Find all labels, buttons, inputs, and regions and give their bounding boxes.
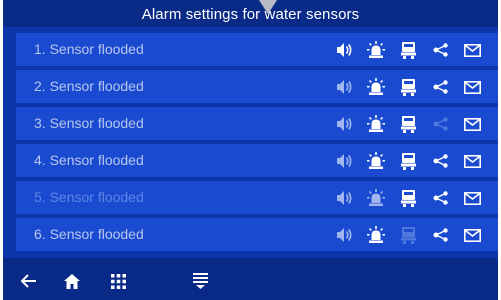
sensor-row-5[interactable]: 5. Sensor flooded [16,181,498,214]
pager-icon[interactable] [397,76,419,98]
screen: Alarm settings for water sensors 1. Sens… [3,0,498,300]
sensor-row-4[interactable]: 4. Sensor flooded [16,144,498,177]
siren-icon[interactable] [365,150,387,172]
grid-menu-icon[interactable] [107,270,129,292]
sensor-label: 4. Sensor flooded [34,152,144,168]
sensor-row-2[interactable]: 2. Sensor flooded [16,70,498,103]
share-icon[interactable] [430,39,452,61]
siren-icon[interactable] [365,76,387,98]
pager-icon[interactable] [397,224,419,246]
sensor-label: 5. Sensor flooded [34,189,144,205]
sensor-row-1[interactable]: 1. Sensor flooded [16,33,498,66]
speaker-icon[interactable] [334,150,356,172]
mail-icon[interactable] [461,224,483,246]
pager-icon[interactable] [397,150,419,172]
mail-icon[interactable] [461,187,483,209]
share-icon[interactable] [430,113,452,135]
sensor-label: 3. Sensor flooded [34,115,144,131]
page-title: Alarm settings for water sensors [141,6,360,23]
pull-down-handle[interactable] [259,0,277,14]
mail-icon[interactable] [461,39,483,61]
mail-icon[interactable] [461,76,483,98]
siren-icon[interactable] [365,39,387,61]
sensor-row-3[interactable]: 3. Sensor flooded [16,107,498,140]
siren-icon[interactable] [365,187,387,209]
mail-icon[interactable] [461,113,483,135]
mail-icon[interactable] [461,150,483,172]
speaker-icon[interactable] [334,39,356,61]
back-arrow-icon[interactable] [18,270,40,292]
sensor-row-6[interactable]: 6. Sensor flooded [16,218,498,251]
speaker-icon[interactable] [334,113,356,135]
sensor-label: 2. Sensor flooded [34,78,144,94]
share-icon[interactable] [430,224,452,246]
home-icon[interactable] [61,270,83,292]
share-icon[interactable] [430,187,452,209]
share-icon[interactable] [430,76,452,98]
speaker-icon[interactable] [334,187,356,209]
list-icon[interactable] [189,270,211,292]
pager-icon[interactable] [397,113,419,135]
header-bar: Alarm settings for water sensors [3,0,498,27]
speaker-icon[interactable] [334,224,356,246]
sensor-list: 1. Sensor flooded 2. Sensor flooded 3. S… [16,33,498,255]
pager-icon[interactable] [397,39,419,61]
share-icon[interactable] [430,150,452,172]
sensor-label: 1. Sensor flooded [34,41,144,57]
pager-icon[interactable] [397,187,419,209]
siren-icon[interactable] [365,113,387,135]
sensor-label: 6. Sensor flooded [34,226,144,242]
speaker-icon[interactable] [334,76,356,98]
bottom-nav-bar [3,258,498,300]
siren-icon[interactable] [365,224,387,246]
